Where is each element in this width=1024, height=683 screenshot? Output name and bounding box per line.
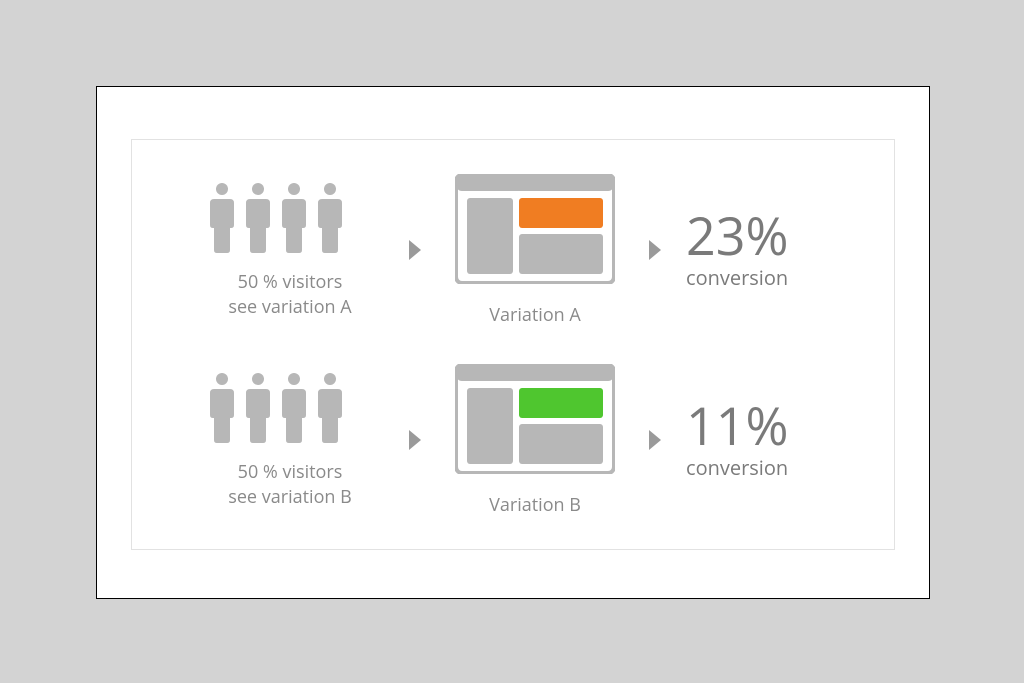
diagram-card: 50 % visitors see variation A Variation … [96, 86, 930, 599]
conversion-label: conversion [686, 454, 886, 481]
arrow-icon [630, 238, 680, 262]
arrow-icon [390, 238, 440, 262]
visitors-line2: see variation A [228, 295, 351, 319]
mockup-label: Variation A [440, 303, 630, 327]
visitors-line2: see variation B [228, 485, 352, 509]
people-icon [210, 181, 370, 255]
accent-block [519, 198, 603, 228]
accent-block [519, 388, 603, 418]
mockup-wrap-a: Variation A [440, 174, 630, 327]
conversion-a: 23% conversion [686, 210, 886, 291]
visitors-line1: 50 % visitors [238, 460, 343, 484]
visitors-line1: 50 % visitors [238, 270, 343, 294]
visitors-text-b: 50 % visitors see variation B [190, 460, 390, 509]
diagram-inner-frame: 50 % visitors see variation A Variation … [131, 139, 895, 550]
conversion-pct: 11% [686, 400, 886, 452]
arrow-icon [630, 428, 680, 452]
arrow-icon [390, 428, 440, 452]
conversion-pct: 23% [686, 210, 886, 262]
variation-row-b: 50 % visitors see variation B Variation … [132, 350, 894, 530]
conversion-b: 11% conversion [686, 400, 886, 481]
visitors-text-a: 50 % visitors see variation A [190, 270, 390, 319]
people-icon [210, 371, 370, 445]
conversion-label: conversion [686, 264, 886, 291]
visitors-group-a: 50 % visitors see variation A [190, 181, 390, 319]
visitors-group-b: 50 % visitors see variation B [190, 371, 390, 509]
page-mockup-icon [455, 174, 615, 284]
variation-row-a: 50 % visitors see variation A Variation … [132, 160, 894, 340]
mockup-wrap-b: Variation B [440, 364, 630, 517]
mockup-label: Variation B [440, 493, 630, 517]
page-mockup-icon [455, 364, 615, 474]
